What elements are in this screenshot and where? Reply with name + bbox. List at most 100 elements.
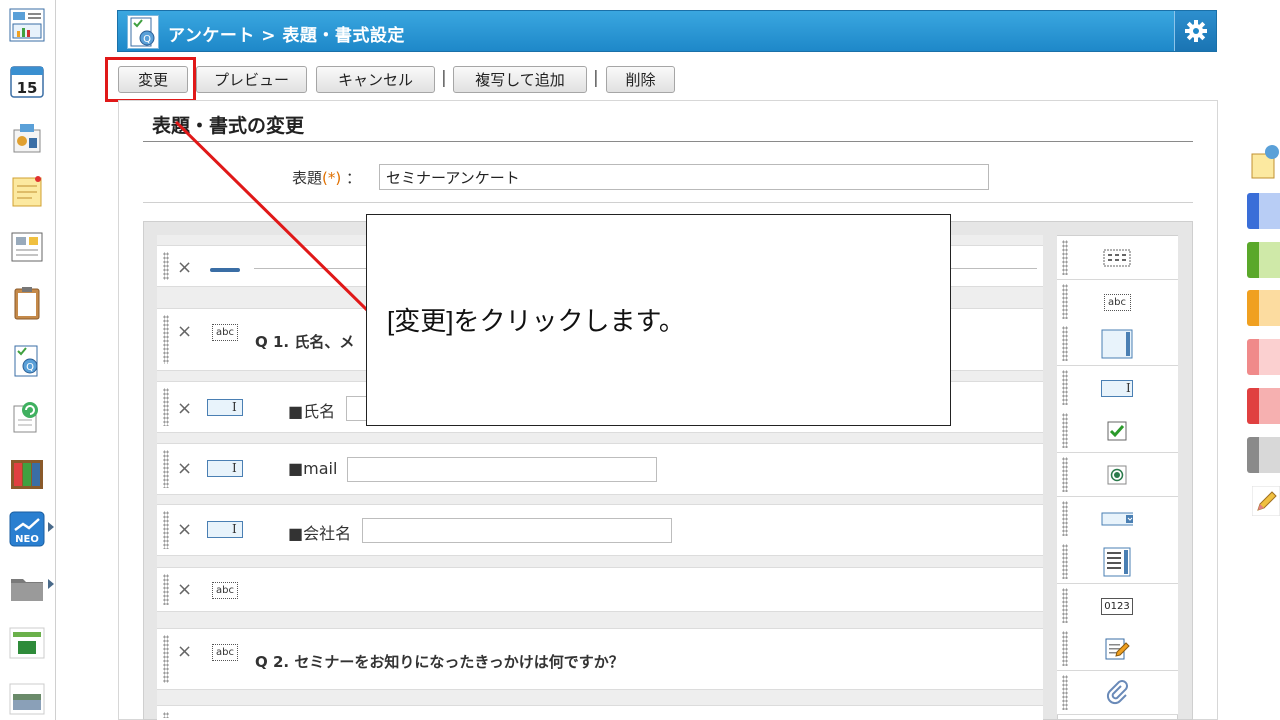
drag-handle[interactable] xyxy=(1062,588,1068,623)
list-item-partial[interactable] xyxy=(157,705,1043,720)
expand-arrow-icon[interactable] xyxy=(48,522,54,532)
drag-handle[interactable] xyxy=(163,388,169,426)
color-tab-red[interactable] xyxy=(1247,388,1280,424)
clipboard-icon[interactable] xyxy=(8,284,46,322)
title-input[interactable] xyxy=(379,164,989,190)
text-field-type-icon xyxy=(207,521,243,538)
palette-item-textarea[interactable] xyxy=(1057,322,1178,366)
preview-button[interactable]: プレビュー xyxy=(196,66,307,93)
settings-button[interactable] xyxy=(1174,11,1216,51)
copy-and-add-button[interactable]: 複写して追加 xyxy=(453,66,587,93)
drag-handle[interactable] xyxy=(1062,413,1068,448)
mail-field[interactable] xyxy=(347,457,657,482)
question-text: Q 2. セミナーをお知りになったきっかけは何ですか？ xyxy=(255,653,624,671)
workflow-icon[interactable] xyxy=(8,120,46,158)
notebook-icon[interactable] xyxy=(1250,142,1280,180)
abc-label-icon: abc xyxy=(1101,288,1133,316)
toolbar-separator: | xyxy=(441,68,447,88)
report-icon[interactable] xyxy=(8,398,46,436)
color-tab-pink[interactable] xyxy=(1247,339,1280,375)
delete-button[interactable]: 削除 xyxy=(606,66,675,93)
drag-handle[interactable] xyxy=(1062,457,1068,492)
text-field-type-icon xyxy=(207,460,243,477)
expand-arrow-icon[interactable] xyxy=(48,579,54,589)
drag-handle[interactable] xyxy=(163,574,169,605)
page-header: Q アンケート > 表題・書式設定 xyxy=(117,10,1217,52)
drag-handle[interactable] xyxy=(1062,675,1068,710)
delete-item-icon[interactable]: × xyxy=(177,519,192,540)
drag-handle[interactable] xyxy=(163,450,169,488)
palette-item-number[interactable]: 0123 xyxy=(1057,584,1178,628)
memo-icon[interactable] xyxy=(8,173,46,211)
section-title: 表題・書式の変更 xyxy=(152,115,305,137)
number-text: 0123 xyxy=(1101,597,1133,615)
color-tab-blue[interactable] xyxy=(1247,193,1280,229)
dashboard-icon[interactable] xyxy=(8,6,46,44)
title-label: 表題(*) ： xyxy=(292,167,361,188)
color-tab-gray[interactable] xyxy=(1247,437,1280,473)
external-app-logo-icon[interactable] xyxy=(8,624,46,662)
drag-handle[interactable] xyxy=(163,315,169,364)
title-label-text: 表題 xyxy=(292,169,323,187)
highlight-box xyxy=(105,57,196,102)
folder-icon[interactable] xyxy=(8,568,46,606)
palette-item-radio[interactable] xyxy=(1057,453,1178,497)
paperclip-icon xyxy=(1101,679,1133,707)
neo-label: NEO xyxy=(15,534,39,545)
drag-handle[interactable] xyxy=(163,252,169,280)
palette-item-text-input[interactable] xyxy=(1057,366,1178,410)
palette-item-label[interactable]: abc xyxy=(1057,280,1178,324)
checkbox-icon xyxy=(1101,417,1133,445)
calendar-icon[interactable]: 15 xyxy=(8,62,46,100)
external-app-photo-icon[interactable] xyxy=(8,680,46,718)
callout-text: [変更]をクリックします。 xyxy=(387,306,685,336)
grid-text-icon xyxy=(1101,244,1133,272)
field-label: ■mail xyxy=(288,459,338,478)
question-text: Q 1. 氏名、メ xyxy=(255,333,355,351)
list-item-text-input[interactable]: × ■mail xyxy=(157,443,1043,495)
delete-item-icon[interactable]: × xyxy=(177,458,192,479)
delete-item-icon[interactable]: × xyxy=(177,257,192,278)
palette-item-grid-text[interactable] xyxy=(1057,236,1178,280)
palette-item-list[interactable] xyxy=(1057,540,1178,584)
delete-item-icon[interactable]: × xyxy=(177,579,192,600)
neo-app-icon[interactable]: NEO xyxy=(8,510,46,548)
color-tab-green[interactable] xyxy=(1247,242,1280,278)
binder-icon[interactable] xyxy=(8,455,46,493)
drag-handle[interactable] xyxy=(1062,544,1068,579)
bulletin-board-icon[interactable] xyxy=(8,228,46,266)
list-item-heading[interactable]: × abc Q 2. セミナーをお知りになったきっかけは何ですか？ xyxy=(157,628,1043,690)
radio-icon xyxy=(1101,461,1133,489)
pencil-icon[interactable] xyxy=(1251,485,1280,524)
drag-handle[interactable] xyxy=(1062,326,1068,361)
company-field[interactable] xyxy=(362,518,672,543)
drag-handle[interactable] xyxy=(1062,240,1068,275)
drag-handle[interactable] xyxy=(163,511,169,549)
number-field-icon: 0123 xyxy=(1101,592,1133,620)
survey-icon: Q xyxy=(127,15,159,49)
drag-handle[interactable] xyxy=(1062,370,1068,405)
drag-handle[interactable] xyxy=(1062,284,1068,319)
delete-item-icon[interactable]: × xyxy=(177,641,192,662)
color-tab-orange[interactable] xyxy=(1247,290,1280,326)
palette-item-memo[interactable] xyxy=(1057,627,1178,671)
delete-item-icon[interactable]: × xyxy=(177,321,192,342)
text-input-icon xyxy=(1101,374,1133,402)
palette-item-checkbox[interactable] xyxy=(1057,409,1178,453)
drag-handle[interactable] xyxy=(163,635,169,683)
memo-edit-icon xyxy=(1101,635,1133,663)
delete-item-icon[interactable]: × xyxy=(177,398,192,419)
cancel-button[interactable]: キャンセル xyxy=(316,66,435,93)
field-label: ■氏名 xyxy=(288,402,336,421)
select-dropdown-icon xyxy=(1101,505,1133,533)
survey-app-icon[interactable]: Q xyxy=(8,342,46,380)
list-item-heading[interactable]: × abc xyxy=(157,567,1043,612)
required-mark: (*) xyxy=(322,169,342,187)
list-item-text-input[interactable]: × ■会社名 xyxy=(157,504,1043,556)
drag-handle[interactable] xyxy=(1062,501,1068,536)
drag-handle[interactable] xyxy=(1062,631,1068,666)
breadcrumb-title: アンケート > 表題・書式設定 xyxy=(168,26,405,46)
drag-handle[interactable] xyxy=(163,712,169,718)
palette-item-select[interactable] xyxy=(1057,497,1178,541)
palette-item-attachment[interactable] xyxy=(1057,671,1178,715)
